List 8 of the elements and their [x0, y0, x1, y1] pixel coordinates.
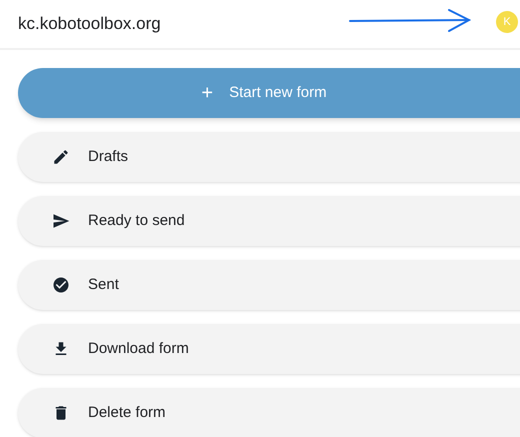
- send-icon: [52, 212, 70, 230]
- menu-item[interactable]: Delete form: [18, 388, 520, 437]
- pencil-icon: [52, 148, 70, 166]
- menu-item[interactable]: Sent: [18, 260, 520, 310]
- menu-item[interactable]: Ready to send: [18, 196, 520, 246]
- menu-item[interactable]: Drafts: [18, 132, 520, 182]
- site-address: kc.kobotoolbox.org: [18, 13, 161, 36]
- menu-item[interactable]: Download form: [18, 324, 520, 374]
